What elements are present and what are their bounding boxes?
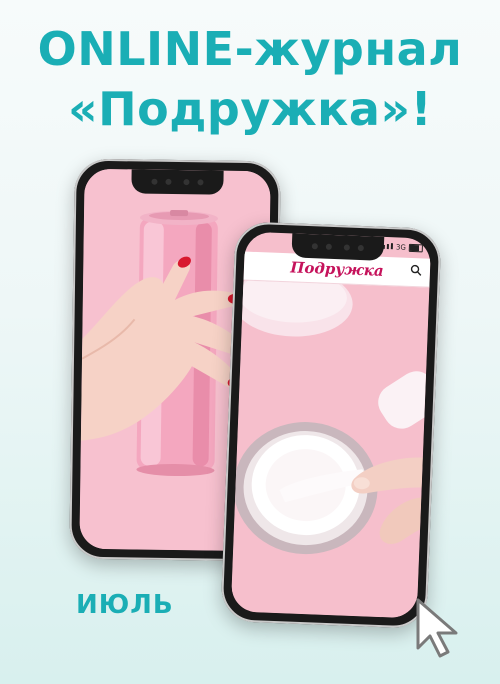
month-label: ИЮЛЬ (76, 590, 174, 620)
search-icon[interactable] (410, 264, 422, 276)
phone-right-screen: 3G Подружка (230, 231, 432, 619)
phone-right: 3G Подружка (220, 221, 442, 629)
cursor-arrow-icon (416, 598, 458, 658)
status-bar: 3G (378, 237, 424, 259)
network-label: 3G (395, 243, 407, 252)
cosmetics-cream-photo (230, 280, 430, 619)
brand-logo[interactable]: Подружка (290, 258, 384, 280)
phone-left-notch (131, 169, 224, 195)
battery-icon (408, 243, 424, 253)
headline-line-2: «Подружка»! (67, 82, 433, 136)
headline-line-1: ONLINE-журнал (37, 22, 463, 76)
phone-right-notch (291, 233, 385, 261)
